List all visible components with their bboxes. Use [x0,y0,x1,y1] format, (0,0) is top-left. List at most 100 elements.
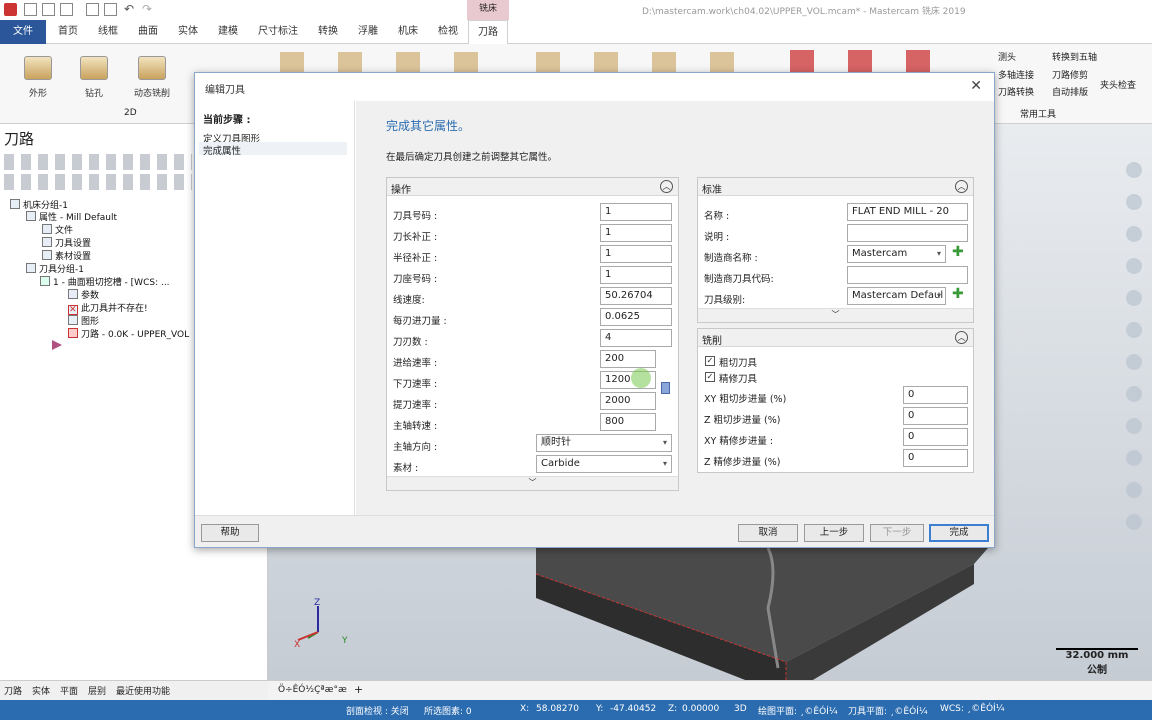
xy-finish-step-input[interactable]: 0 [903,428,968,446]
tab-levels-manager[interactable]: 层别 [88,684,106,697]
tab-toolpaths[interactable]: 刀路 [468,20,508,45]
finish-button[interactable]: 完成 [929,524,989,542]
surface-speed-input[interactable]: 50.26704 [600,287,672,305]
tree-toolpath[interactable]: 刀路 - 0.0K - UPPER_VOL [68,327,189,340]
tab-wireframe[interactable]: 线框 [92,20,124,44]
tree-toolpath-group[interactable]: 刀具分组-1 [26,262,84,275]
open-icon[interactable] [42,3,55,16]
print-icon[interactable] [86,3,99,16]
view-tool-icon-1[interactable] [1126,162,1142,178]
save-icon[interactable] [60,3,73,16]
construction-plane[interactable]: 绘图平面: ¸©ÊÓÍ¼ [758,704,838,717]
viewsheet-tab[interactable]: Ö÷ÊÓ½Çªæ°æ [278,685,347,695]
tree-geometry[interactable]: 图形 [68,314,99,327]
add-manufacturer-icon[interactable]: ✚ [952,244,964,260]
feed-rate-input[interactable]: 200 [600,350,656,368]
contour-button[interactable]: 外形 [16,56,60,99]
view-tool-icon-5[interactable] [1126,290,1142,306]
xy-rough-step-input[interactable]: 0 [903,386,968,404]
stock-tools-gallery[interactable] [790,50,930,74]
step-finish-attributes[interactable]: 完成属性 [203,143,241,157]
manufacturer-code-input[interactable] [847,266,968,284]
toolpath-trim-button[interactable]: 刀路修剪 [1052,68,1088,81]
collapse-icon[interactable]: ︿ [660,180,673,193]
tab-planes-manager[interactable]: 平面 [60,684,78,697]
next-button[interactable]: 下一步 [870,524,924,542]
tab-machine[interactable]: 机床 [392,20,424,44]
cancel-button[interactable]: 取消 [738,524,798,542]
z-finish-step-input[interactable]: 0 [903,449,968,467]
tab-home[interactable]: 首页 [52,20,84,44]
feed-per-tooth-input[interactable]: 0.0625 [600,308,672,326]
probe-button[interactable]: 测头 [998,50,1016,63]
holder-number-input[interactable]: 1 [600,266,672,284]
toolpath-toolbar-row-1[interactable] [4,154,192,170]
tool-name-input[interactable]: FLAT END MILL - 20 [847,203,968,221]
tree-properties[interactable]: 属性 - Mill Default [26,210,117,223]
tab-recent-functions[interactable]: 最近使用功能 [116,684,170,697]
spindle-direction-select[interactable]: 顺时针 [536,434,672,452]
collapse-icon[interactable]: ︿ [955,331,968,344]
tab-transform[interactable]: 转换 [312,20,344,44]
tool-class-select[interactable]: Mastercam Defaul [847,287,946,305]
description-input[interactable] [847,224,968,242]
redo-icon[interactable]: ↷ [142,3,155,16]
tool-plane[interactable]: 刀具平面: ¸©ÊÓÍ¼ [848,704,928,717]
finish-tool-checkbox[interactable]: ✓ [705,372,715,382]
expand-chevron-icon[interactable]: ﹀ [698,308,973,322]
tool-number-input[interactable]: 1 [600,203,672,221]
manufacturer-select[interactable]: Mastercam [847,245,946,263]
view-tool-icon-12[interactable] [1126,514,1142,530]
holder-check-button[interactable]: 夹头检查 [1100,78,1136,91]
view-tool-icon-8[interactable] [1126,386,1142,402]
close-icon[interactable]: ✕ [970,78,982,94]
tree-files[interactable]: 文件 [42,223,73,236]
tab-emboss[interactable]: 浮雕 [352,20,384,44]
help-button[interactable]: 帮助 [201,524,259,542]
tab-view[interactable]: 检视 [432,20,464,44]
wcs-status[interactable]: WCS: ¸©ÊÓÍ¼ [940,704,1004,714]
tab-dimension[interactable]: 尺寸标注 [254,20,302,44]
expand-chevron-icon[interactable]: ﹀ [387,476,678,490]
3d-mode-toggle[interactable]: 3D [734,704,747,714]
toolpath-transform-button[interactable]: 刀路转换 [998,85,1034,98]
new-icon[interactable] [24,3,37,16]
tree-parameters[interactable]: 参数 [68,288,99,301]
view-tool-icon-10[interactable] [1126,450,1142,466]
view-tool-icon-3[interactable] [1126,226,1142,242]
nesting-button[interactable]: 自动排版 [1052,85,1088,98]
dynamic-mill-button[interactable]: 动态铣削 [128,56,176,99]
save-as-icon[interactable] [104,3,117,16]
drill-button[interactable]: 钻孔 [72,56,116,99]
add-viewsheet-icon[interactable]: + [354,683,363,696]
collapse-icon[interactable]: ︿ [955,180,968,193]
tab-file[interactable]: 文件 [0,20,46,44]
tree-tool-settings[interactable]: 刀具设置 [42,236,91,249]
view-tool-icon-2[interactable] [1126,194,1142,210]
view-tool-icon-11[interactable] [1126,482,1142,498]
convert-5axis-button[interactable]: 转换到五轴 [1052,50,1097,63]
spindle-speed-input[interactable]: 800 [600,413,656,431]
undo-icon[interactable]: ↶ [124,3,137,16]
rough-tool-checkbox[interactable]: ✓ [705,356,715,366]
view-tool-icon-9[interactable] [1126,418,1142,434]
edit-field-icon[interactable] [661,382,670,394]
diameter-offset-input[interactable]: 1 [600,245,672,263]
tree-stock-setup[interactable]: 素材设置 [42,249,91,262]
retract-rate-input[interactable]: 2000 [600,392,656,410]
material-select[interactable]: Carbide [536,455,672,473]
multiaxis-link-button[interactable]: 多轴连接 [998,68,1034,81]
tree-operation[interactable]: 1 - 曲面粗切挖槽 - [WCS: ... [40,275,170,288]
tab-solids-manager[interactable]: 实体 [32,684,50,697]
view-tool-icon-4[interactable] [1126,258,1142,274]
length-offset-input[interactable]: 1 [600,224,672,242]
view-tool-icon-7[interactable] [1126,354,1142,370]
tab-toolpaths-manager[interactable]: 刀路 [4,684,22,697]
tab-model[interactable]: 建模 [212,20,244,44]
toolpath-toolbar-row-2[interactable] [4,174,192,190]
tab-surfaces[interactable]: 曲面 [132,20,164,44]
previous-button[interactable]: 上一步 [804,524,864,542]
insert-arrow-icon[interactable] [52,340,62,350]
tab-solids[interactable]: 实体 [172,20,204,44]
add-tool-class-icon[interactable]: ✚ [952,286,964,302]
